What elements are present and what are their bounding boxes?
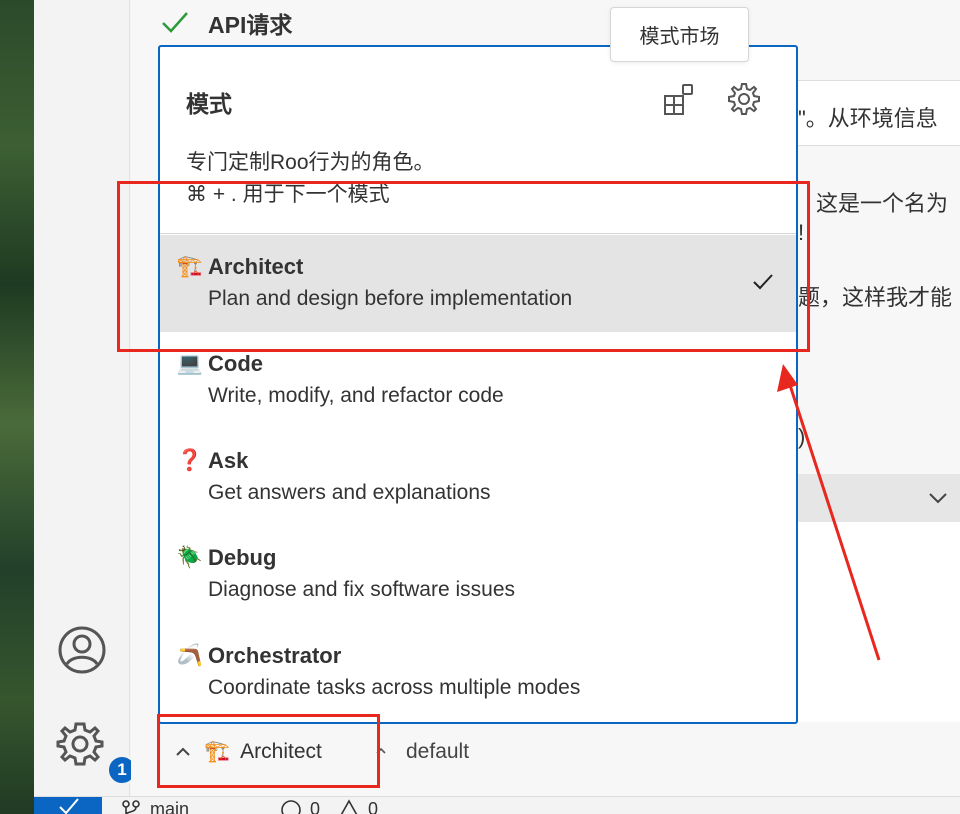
mode-name: Architect: [208, 254, 304, 279]
current-mode-icon: 🏗️: [204, 740, 231, 763]
laptop-icon: 💻: [176, 352, 204, 375]
background-text-line: 题，这样我才能: [798, 285, 953, 310]
mode-option-debug[interactable]: 🪲 Debug Diagnose and fix software issues: [160, 526, 796, 623]
warnings-icon[interactable]: [338, 799, 360, 814]
api-request-row[interactable]: API请求: [160, 6, 292, 40]
mode-option-code[interactable]: 💻 Code Write, modify, and refactor code: [160, 332, 796, 429]
current-mode-label: Architect: [240, 740, 322, 763]
question-icon: ❓: [176, 449, 204, 472]
mode-description: Plan and design before implementation: [208, 287, 573, 310]
mode-name: Debug: [208, 545, 277, 570]
mode-description: Write, modify, and refactor code: [208, 384, 504, 407]
boomerang-icon: 🪃: [176, 644, 204, 667]
mode-selector-dropdown: 模式 专门定制Roo行为的角色。 ⌘ + . 用于下一个模式 🏗️ Archit…: [158, 45, 798, 724]
remote-indicator[interactable]: [34, 797, 102, 814]
mode-description: Coordinate tasks across multiple modes: [208, 676, 581, 699]
selected-check-icon: [753, 274, 773, 290]
activity-bar: 1: [34, 0, 138, 796]
error-count[interactable]: 0: [310, 799, 320, 814]
background-text-line: 这是一个名为: [816, 191, 949, 216]
chevron-up-icon: [376, 747, 386, 754]
manage-gear-icon[interactable]: 1: [56, 718, 138, 786]
mode-description-text: 专门定制Roo行为的角色。: [186, 151, 435, 174]
extensions-icon[interactable]: [662, 81, 698, 117]
mode-select-button[interactable]: 🏗️ Architect: [172, 740, 322, 764]
success-check-icon: [162, 12, 188, 33]
chevron-up-icon: [176, 747, 190, 756]
background-text-line: !: [798, 220, 805, 245]
mode-description: Diagnose and fix software issues: [208, 578, 515, 601]
status-bar: main 0 0: [34, 796, 960, 814]
divider: [160, 233, 796, 234]
branch-name[interactable]: main: [150, 799, 189, 814]
mode-option-ask[interactable]: ❓ Ask Get answers and explanations: [160, 429, 796, 526]
dropdown-description: 专门定制Roo行为的角色。 ⌘ + . 用于下一个模式: [186, 147, 435, 211]
warning-count[interactable]: 0: [368, 799, 378, 814]
background-text-line: ).: [798, 424, 812, 449]
marketplace-tooltip: 模式市场: [610, 7, 749, 62]
mode-name: Code: [208, 351, 263, 376]
background-content-area: [797, 522, 960, 722]
bug-icon: 🪲: [176, 546, 204, 569]
chevron-down-icon[interactable]: [926, 486, 950, 510]
mode-option-architect[interactable]: 🏗️ Architect Plan and design before impl…: [160, 235, 796, 332]
profile-select-button[interactable]: default: [370, 740, 469, 764]
api-request-title: API请求: [208, 12, 293, 38]
account-icon[interactable]: [56, 624, 108, 676]
gear-icon[interactable]: [726, 81, 762, 117]
current-profile-label: default: [406, 740, 470, 763]
mode-name: Orchestrator: [208, 643, 342, 668]
mode-option-orchestrator[interactable]: 🪃 Orchestrator Coordinate tasks across m…: [160, 624, 796, 721]
background-text-line: "。从环境信息: [798, 106, 938, 131]
dropdown-title: 模式: [186, 91, 232, 117]
mode-description: Get answers and explanations: [208, 481, 491, 504]
desktop-background: [0, 0, 34, 814]
source-control-branch-icon[interactable]: [120, 799, 142, 814]
shortcut-hint: ⌘ + . 用于下一个模式: [186, 183, 390, 206]
mode-name: Ask: [208, 448, 249, 473]
architect-icon: 🏗️: [176, 255, 204, 278]
errors-icon[interactable]: [280, 799, 302, 814]
